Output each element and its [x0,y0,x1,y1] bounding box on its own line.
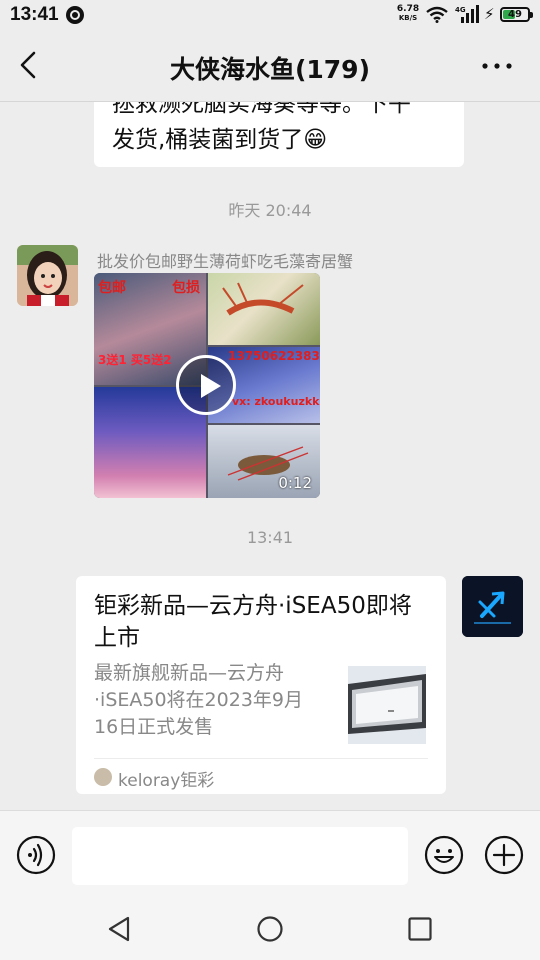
sender-name: 批发价包邮野生薄荷虾吃毛藻寄居蟹 [97,252,354,271]
voice-icon[interactable] [16,835,56,875]
link-card-description: 最新旗舰新品—云方舟·iSEA50将在2023年9月16日正式发售 [94,662,304,738]
nav-back-icon[interactable] [106,915,134,943]
video-overlay-text: 包邮 [98,280,126,296]
emoji-icon[interactable] [424,835,464,875]
signal-label: 4G [455,6,466,14]
sender-avatar[interactable] [17,245,78,306]
status-bar: 13:41 6.78 KB/S 4G ⚡ 49 [0,0,540,30]
aquarium-product-image [348,666,426,744]
battery-level: 49 [508,9,522,20]
system-navigation-bar [0,900,540,960]
text-message-bubble[interactable]: 拯救濒死脑实海葵等等。下午 发货,桶装菌到货了😁 [94,102,464,167]
chat-header: 大侠海水鱼(179) [0,30,540,102]
link-card-source: keloray钜彩 [118,771,215,791]
timestamp-divider: 昨天 20:44 [228,201,312,220]
text-message-content: 拯救濒死脑实海葵等等。下午 发货,桶装菌到货了😁 [112,102,452,158]
cellular-signal-icon: 4G [455,5,479,23]
battery-tip [530,12,533,18]
notification-app-icon [66,6,84,24]
timestamp-divider: 13:41 [246,528,294,547]
message-input[interactable] [72,827,408,885]
link-card-thumbnail [348,666,426,744]
play-icon[interactable] [176,355,236,415]
video-overlay-text: vx: zkoukuzkk [232,395,320,408]
video-duration: 0:12 [278,474,312,492]
link-card-divider [94,758,428,759]
video-message[interactable]: 包邮 包损 3送1 买5送2 13750622383 vx: zkoukuzkk… [94,273,320,498]
brand-logo-avatar [462,576,523,637]
avatar-photo [17,245,78,306]
nav-recents-icon[interactable] [406,915,434,943]
network-speed: 6.78 KB/S [396,5,420,23]
video-overlay-text: 3送1 买5送2 [98,353,172,367]
input-bar [0,810,540,900]
network-speed-value: 6.78 [396,4,420,14]
chat-title: 大侠海水鱼(179) [169,55,371,84]
network-speed-unit: KB/S [398,14,418,22]
link-card-title: 钜彩新品—云方舟·iSEA50即将上市 [94,593,412,651]
status-time: 13:41 [10,4,59,25]
more-icon[interactable] [480,54,514,78]
battery-icon: 49 [500,7,533,22]
chat-screen: 13:41 6.78 KB/S 4G ⚡ 49 大侠海水鱼(179) 拯救濒死脑… [0,0,540,960]
charging-icon: ⚡ [484,5,495,23]
plus-icon[interactable] [484,835,524,875]
back-icon[interactable] [14,50,44,80]
message-list[interactable]: 拯救濒死脑实海葵等等。下午 发货,桶装菌到货了😁 昨天 20:44 批发价包邮野… [0,102,540,810]
video-overlay-text: 包损 [172,280,200,296]
text-message-line: 发货,桶装菌到货了😁 [112,127,328,153]
my-avatar[interactable] [462,576,523,637]
video-overlay-text: 13750622383 [228,349,320,363]
source-account-icon [94,768,112,786]
text-message-line: 拯救濒死脑实海葵等等。下午 [112,102,411,117]
nav-home-icon[interactable] [256,915,284,943]
shrimp-graphic [222,282,304,316]
link-card-message[interactable]: 钜彩新品—云方舟·iSEA50即将上市 最新旗舰新品—云方舟·iSEA50将在2… [76,576,446,794]
play-triangle [201,374,221,398]
wifi-icon [426,6,448,23]
